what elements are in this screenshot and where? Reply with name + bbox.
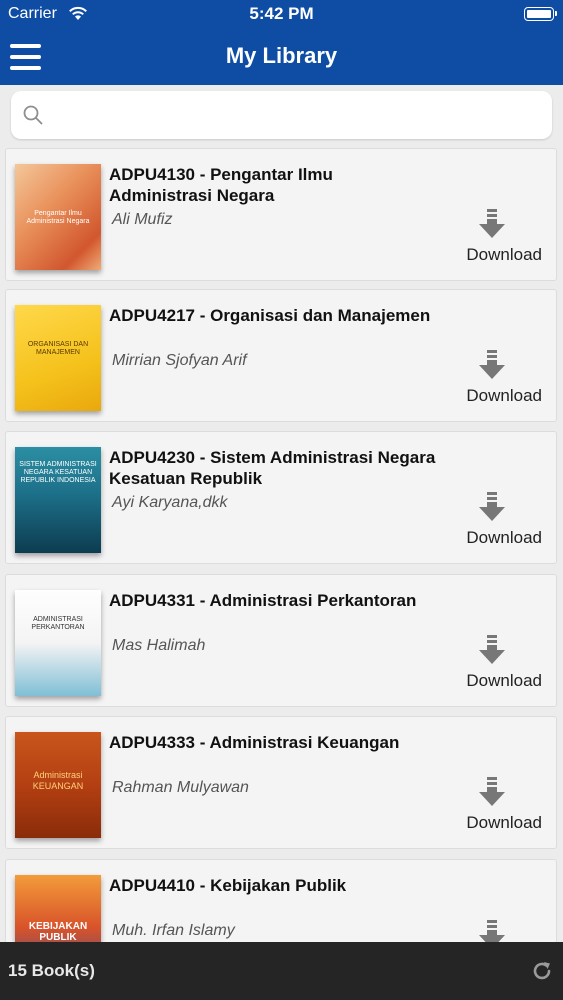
book-cover: Administrasi KEUANGAN <box>15 732 101 838</box>
cover-title: KEBIJAKAN PUBLIK <box>28 921 88 942</box>
cover-title: ADMINISTRASI PERKANTORAN <box>31 616 85 631</box>
search-input[interactable] <box>55 101 539 131</box>
book-author: Mirrian Sjofyan Arif <box>112 352 247 369</box>
book-author: Ali Mufiz <box>112 211 173 228</box>
clock: 5:42 PM <box>249 4 314 23</box>
cover-title: Administrasi KEUANGAN <box>32 770 84 791</box>
download-icon <box>442 492 542 522</box>
book-card[interactable]: SISTEM ADMINISTRASI NEGARA KESATUAN REPU… <box>5 431 557 564</box>
download-button[interactable]: Download <box>442 492 542 556</box>
status-bar: Carrier 5:42 PM <box>0 0 563 30</box>
book-list: Pengantar Ilmu Administrasi Negara ADPU4… <box>0 145 563 942</box>
download-button[interactable]: Download <box>442 777 542 841</box>
download-icon <box>442 350 542 380</box>
book-title: ADPU4230 - Sistem Administrasi Negara Ke… <box>109 448 436 488</box>
download-label: Download <box>466 813 542 832</box>
download-button[interactable]: Download <box>442 920 542 942</box>
book-count: 15 Book(s) <box>8 961 95 980</box>
book-title: ADPU4333 - Administrasi Keuangan <box>109 733 400 752</box>
download-button[interactable]: Download <box>442 209 542 273</box>
book-author: Muh. Irfan Islamy <box>112 922 235 939</box>
footer-bar: 15 Book(s) <box>0 942 563 1000</box>
book-card[interactable]: Administrasi KEUANGAN ADPU4333 - Adminis… <box>5 716 557 849</box>
download-label: Download <box>466 528 542 547</box>
cover-title: ORGANISASI DAN MANAJEMEN <box>27 341 89 356</box>
page-title: My Library <box>225 43 338 68</box>
download-button[interactable]: Download <box>442 635 542 699</box>
download-label: Download <box>466 671 542 690</box>
download-icon <box>442 209 542 239</box>
book-author: Ayi Karyana,dkk <box>112 494 228 511</box>
refresh-icon[interactable] <box>531 960 553 987</box>
book-author: Mas Halimah <box>112 637 206 654</box>
book-cover: KEBIJAKAN PUBLIK <box>15 875 101 942</box>
book-cover: ADMINISTRASI PERKANTORAN <box>15 590 101 696</box>
download-icon <box>442 920 542 942</box>
cover-title: SISTEM ADMINISTRASI NEGARA KESATUAN REPU… <box>19 461 97 484</box>
book-title: ADPU4331 - Administrasi Perkantoran <box>109 591 417 610</box>
download-label: Download <box>466 386 542 405</box>
book-card[interactable]: KEBIJAKAN PUBLIK ADPU4410 - Kebijakan Pu… <box>5 859 557 942</box>
download-icon <box>442 777 542 807</box>
book-title: ADPU4410 - Kebijakan Publik <box>109 876 347 895</box>
search-area <box>0 85 563 145</box>
cover-title: Pengantar Ilmu Administrasi Negara <box>26 210 90 225</box>
book-author: Rahman Mulyawan <box>112 779 249 796</box>
download-button[interactable]: Download <box>442 350 542 414</box>
book-card[interactable]: ORGANISASI DAN MANAJEMEN ADPU4217 - Orga… <box>5 289 557 422</box>
book-title: ADPU4217 - Organisasi dan Manajemen <box>109 306 431 325</box>
download-icon <box>442 635 542 665</box>
search-icon <box>23 105 43 130</box>
book-card[interactable]: ADMINISTRASI PERKANTORAN ADPU4331 - Admi… <box>5 574 557 707</box>
book-cover: ORGANISASI DAN MANAJEMEN <box>15 305 101 411</box>
battery-icon <box>524 7 557 21</box>
nav-bar: My Library <box>0 30 563 85</box>
download-label: Download <box>466 245 542 264</box>
search-box[interactable] <box>11 91 552 139</box>
book-card[interactable]: Pengantar Ilmu Administrasi Negara ADPU4… <box>5 148 557 281</box>
book-title: ADPU4130 - Pengantar Ilmu Administrasi N… <box>109 165 333 205</box>
book-cover: SISTEM ADMINISTRASI NEGARA KESATUAN REPU… <box>15 447 101 553</box>
book-cover: Pengantar Ilmu Administrasi Negara <box>15 164 101 270</box>
